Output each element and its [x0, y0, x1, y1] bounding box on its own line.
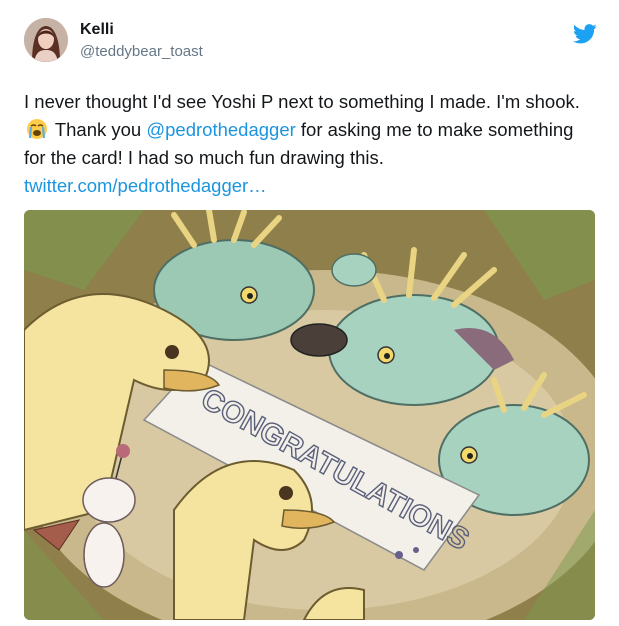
avatar-image	[24, 18, 68, 62]
congratulations-illustration: CONGRATULATIONS	[24, 210, 595, 620]
avatar[interactable]	[24, 18, 68, 62]
tweet-text-part-1: I never thought I'd see Yoshi P next to …	[24, 91, 580, 112]
twitter-bird-icon[interactable]	[573, 24, 597, 44]
tweet-media-image[interactable]: CONGRATULATIONS	[24, 210, 595, 620]
mention-link[interactable]: @pedrothedagger	[146, 119, 295, 140]
tweet-text: I never thought I'd see Yoshi P next to …	[24, 88, 599, 200]
url-link[interactable]: twitter.com/pedrothedagger…	[24, 175, 267, 196]
loudly-crying-face-icon	[27, 119, 47, 139]
tweet-card: Kelli @teddybear_toast I never thought I…	[0, 0, 619, 626]
user-handle[interactable]: @teddybear_toast	[80, 43, 203, 60]
tweet-text-part-2: Thank you	[54, 119, 142, 140]
user-name[interactable]: Kelli	[80, 21, 114, 39]
